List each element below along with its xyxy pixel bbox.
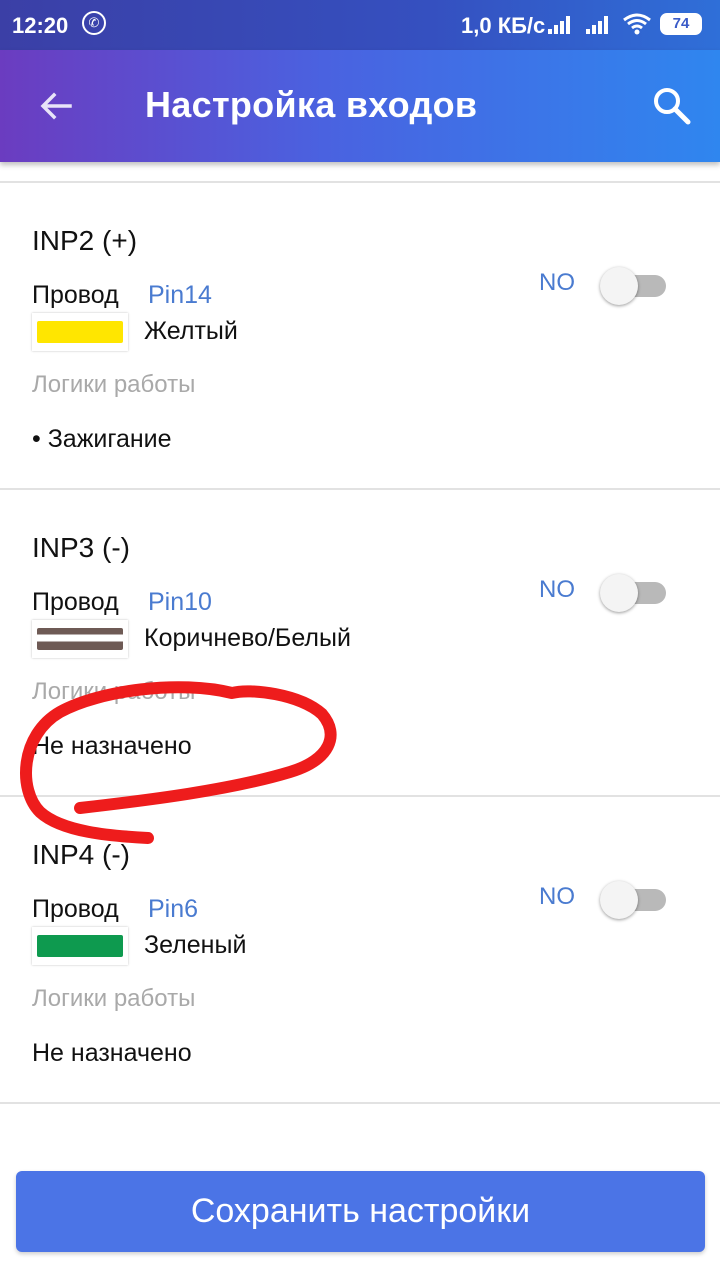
wifi-icon: [623, 13, 651, 35]
save-settings-button[interactable]: Сохранить настройки: [16, 1171, 705, 1252]
logic-value: Не назначено: [32, 732, 192, 760]
wire-label: Провод: [32, 588, 119, 616]
wire-label: Провод: [32, 895, 119, 923]
search-icon[interactable]: [650, 84, 694, 128]
wire-color-swatch: [32, 927, 128, 965]
wire-color-swatch: [32, 620, 128, 658]
battery-icon: 74: [660, 13, 702, 35]
wire-color-swatch: [32, 313, 128, 351]
signal-icon: [586, 14, 612, 34]
logic-label: Логики работы: [32, 371, 196, 398]
app-bar: Настройка входов: [0, 50, 720, 162]
enable-toggle[interactable]: [600, 263, 668, 307]
whatsapp-icon: ✆: [82, 11, 106, 35]
status-bar: 12:20 ✆ 1,0 КБ/с 74: [0, 0, 720, 50]
wire-label: Провод: [32, 281, 119, 309]
network-speed: 1,0 КБ/с: [461, 13, 546, 38]
enable-toggle[interactable]: [600, 877, 668, 921]
arrow-back-icon[interactable]: [34, 84, 78, 128]
mode-label: NO: [539, 269, 575, 296]
divider: [0, 1102, 720, 1104]
enable-toggle[interactable]: [600, 570, 668, 614]
input-title: INP3 (-): [32, 532, 130, 563]
input-title: INP4 (-): [32, 839, 130, 870]
wire-color-name: Желтый: [144, 317, 238, 345]
pin-label: Pin14: [148, 281, 212, 309]
wire-color-name: Коричнево/Белый: [144, 624, 351, 652]
signal-icon: [548, 14, 574, 34]
mode-label: NO: [539, 576, 575, 603]
pin-label: Pin10: [148, 588, 212, 616]
logic-value: Не назначено: [32, 1039, 192, 1067]
mode-label: NO: [539, 883, 575, 910]
pin-label: Pin6: [148, 895, 199, 923]
logic-label: Логики работы: [32, 678, 196, 705]
input-card-inp3[interactable]: INP3 (-) Провод Pin10 Коричнево/Белый Ло…: [0, 490, 720, 795]
page-title: Настройка входов: [145, 84, 478, 125]
logic-value: • Зажигание: [32, 425, 172, 453]
status-time: 12:20: [12, 13, 69, 38]
input-card-inp4[interactable]: INP4 (-) Провод Pin6 Зеленый Логики рабо…: [0, 797, 720, 1102]
input-title: INP2 (+): [32, 225, 138, 256]
wire-color-name: Зеленый: [144, 931, 247, 959]
input-card-inp2[interactable]: INP2 (+) Провод Pin14 Желтый Логики рабо…: [0, 183, 720, 488]
logic-label: Логики работы: [32, 985, 196, 1012]
